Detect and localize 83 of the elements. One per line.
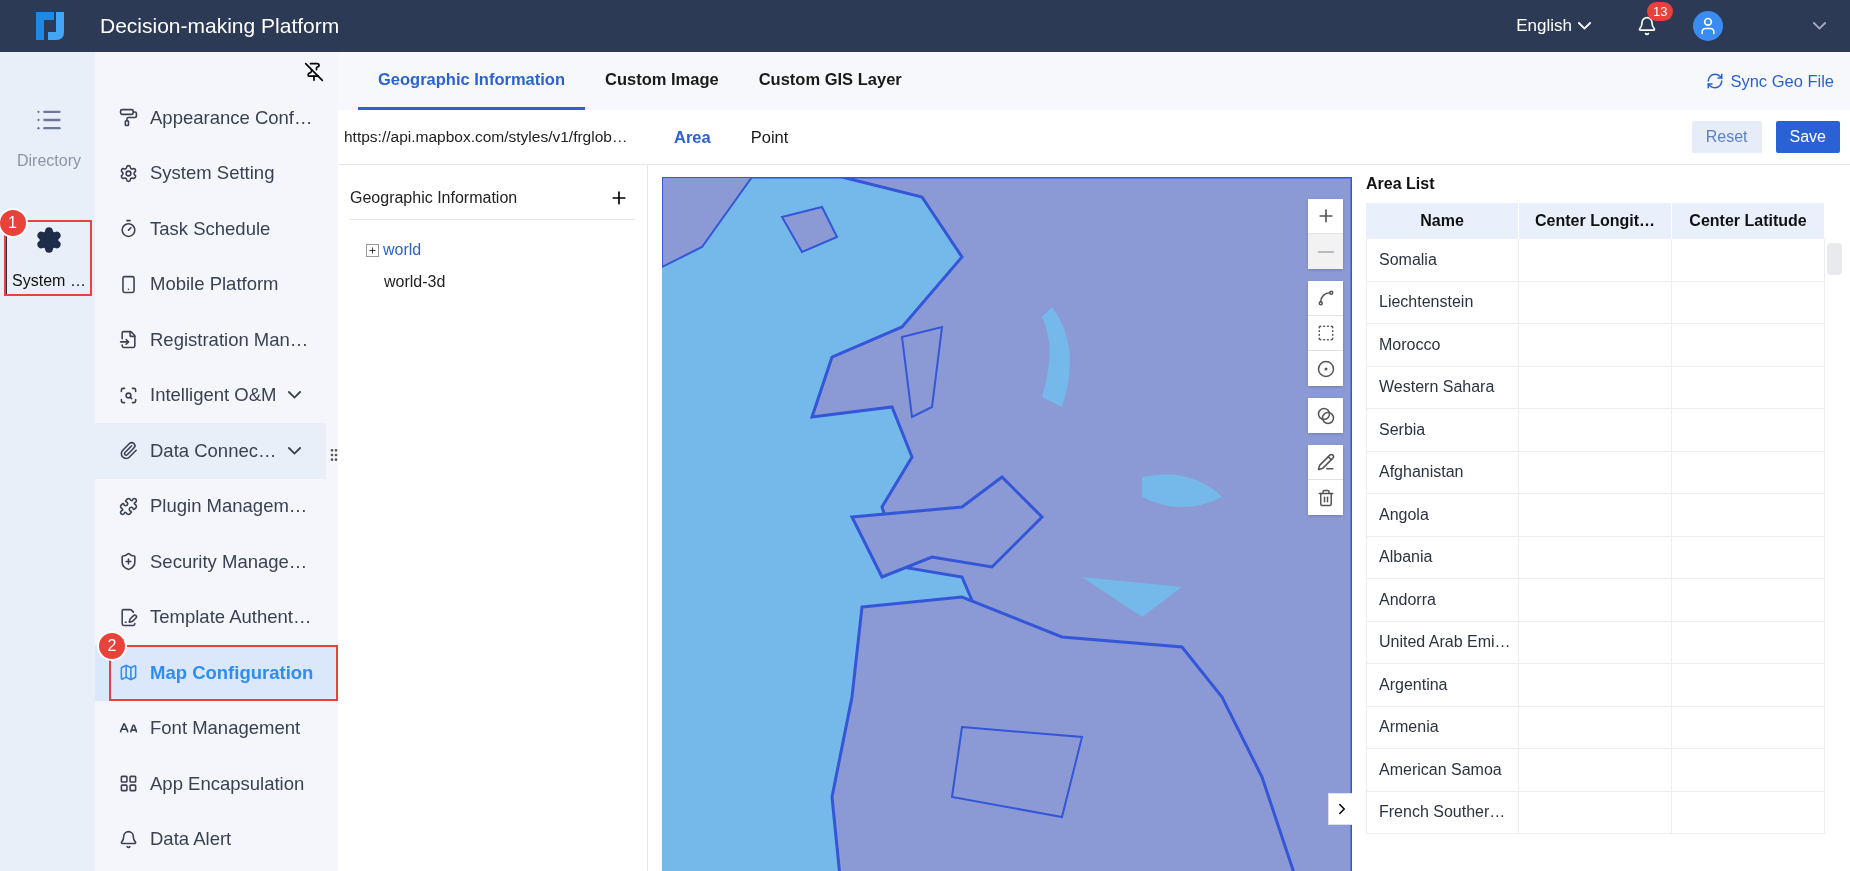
column-header: Name bbox=[1366, 203, 1519, 239]
shield-icon bbox=[119, 552, 138, 572]
sidebar-item[interactable]: Data Connec… bbox=[95, 423, 326, 479]
sub-tab[interactable]: Area bbox=[654, 127, 731, 147]
list-title: Area List bbox=[1366, 175, 1436, 193]
table-cell: Liechtenstein bbox=[1366, 281, 1519, 324]
expand-icon[interactable] bbox=[366, 243, 379, 257]
rectangle-icon bbox=[1316, 324, 1335, 342]
column-header: Center Longit… bbox=[1519, 203, 1672, 239]
overlapping-circles-icon bbox=[1316, 406, 1335, 425]
column-header: Center Latitude bbox=[1672, 203, 1825, 239]
tab[interactable]: Custom GIS Layer bbox=[738, 52, 922, 110]
sidebar-item[interactable]: Data Alert bbox=[95, 811, 338, 867]
notification-count: 13 bbox=[1647, 2, 1674, 21]
map-icon bbox=[119, 663, 138, 683]
minus-icon bbox=[1317, 250, 1334, 253]
sync-button[interactable]: Sync Geo File bbox=[1700, 52, 1840, 110]
apps-icon bbox=[119, 774, 138, 794]
app-title: Decision-making Platform bbox=[100, 14, 341, 38]
circle-icon bbox=[1316, 359, 1335, 378]
style-url: https://api.mapbox.com/styles/v1/frglob… bbox=[343, 128, 629, 146]
collapse-button[interactable] bbox=[1328, 793, 1352, 825]
sidebar-item[interactable]: Registration Man… bbox=[95, 312, 338, 368]
stopwatch-icon bbox=[119, 219, 138, 239]
tree-title: Geographic Information bbox=[350, 189, 518, 207]
annotation-number: 1 bbox=[0, 208, 28, 238]
phone-icon bbox=[119, 274, 138, 294]
pencil-icon bbox=[1316, 453, 1335, 471]
table-cell: French Souther… bbox=[1366, 791, 1519, 834]
refresh-icon bbox=[1706, 72, 1725, 90]
sidebar-item[interactable]: Appearance Conf… bbox=[95, 90, 338, 146]
sidebar-item[interactable]: Task Schedule bbox=[95, 201, 338, 257]
overlap-tool-button[interactable] bbox=[1308, 398, 1343, 433]
puzzle-icon bbox=[119, 496, 138, 516]
paint-roller-icon bbox=[119, 108, 138, 128]
delete-button[interactable] bbox=[1308, 480, 1343, 515]
circle-tool-button[interactable] bbox=[1308, 351, 1343, 386]
table-cell: Argentina bbox=[1366, 664, 1519, 707]
tab[interactable]: Custom Image bbox=[585, 52, 739, 110]
paperclip-icon bbox=[119, 441, 138, 461]
edit-button[interactable] bbox=[1308, 445, 1343, 480]
sidebar-item[interactable]: Mobile Platform bbox=[95, 256, 338, 312]
avatar-icon[interactable] bbox=[1693, 11, 1723, 41]
trash-icon bbox=[1316, 488, 1335, 507]
sidebar-item[interactable]: Security Manage… bbox=[95, 534, 338, 590]
sub-tab[interactable]: Point bbox=[730, 127, 809, 147]
table-cell: Afghanistan bbox=[1366, 451, 1519, 494]
table-cell: Western Sahara bbox=[1366, 366, 1519, 409]
sidebar-item[interactable]: App Encapsulation bbox=[95, 756, 338, 812]
sidebar-item[interactable]: Plugin Managem… bbox=[95, 478, 338, 534]
sidebar-item[interactable]: System Setting bbox=[95, 145, 338, 201]
table-cell: United Arab Emi… bbox=[1366, 621, 1519, 664]
bell-icon bbox=[119, 829, 138, 849]
table-cell: Albania bbox=[1366, 536, 1519, 579]
polyline-icon bbox=[1316, 289, 1335, 307]
tree-node[interactable]: world-3d bbox=[384, 273, 446, 291]
notification-icon[interactable] bbox=[1637, 16, 1657, 36]
logo-icon bbox=[34, 10, 66, 42]
document-icon bbox=[119, 607, 138, 627]
magnifier-icon bbox=[119, 385, 138, 405]
language-selector[interactable]: English bbox=[1510, 15, 1597, 37]
table-cell: Andorra bbox=[1366, 579, 1519, 622]
tab[interactable]: Geographic Information bbox=[358, 52, 585, 110]
save-button[interactable]: Save bbox=[1775, 121, 1840, 153]
annotation-number: 2 bbox=[97, 631, 127, 661]
polyline-tool-button[interactable] bbox=[1308, 281, 1343, 316]
table-cell: Serbia bbox=[1366, 409, 1519, 452]
unpin-icon[interactable] bbox=[304, 62, 324, 82]
sidebar-item[interactable]: Intelligent O&M bbox=[95, 367, 326, 423]
chevron-icon bbox=[1578, 22, 1591, 30]
table-cell: Armenia bbox=[1366, 706, 1519, 749]
table-cell: American Samoa bbox=[1366, 749, 1519, 792]
table-cell: Morocco bbox=[1366, 324, 1519, 367]
table-cell: Somalia bbox=[1366, 239, 1519, 282]
form-icon bbox=[119, 330, 138, 350]
rectangle-tool-button[interactable] bbox=[1308, 316, 1343, 351]
sidebar-item[interactable]: Font Management bbox=[95, 700, 338, 756]
zoom-in-button[interactable] bbox=[1308, 199, 1343, 234]
chevron-icon[interactable] bbox=[1813, 22, 1826, 30]
table-cell: Angola bbox=[1366, 494, 1519, 537]
chevron-icon bbox=[288, 446, 302, 455]
tree-node[interactable]: world bbox=[383, 241, 422, 259]
chevron-icon bbox=[288, 391, 302, 400]
